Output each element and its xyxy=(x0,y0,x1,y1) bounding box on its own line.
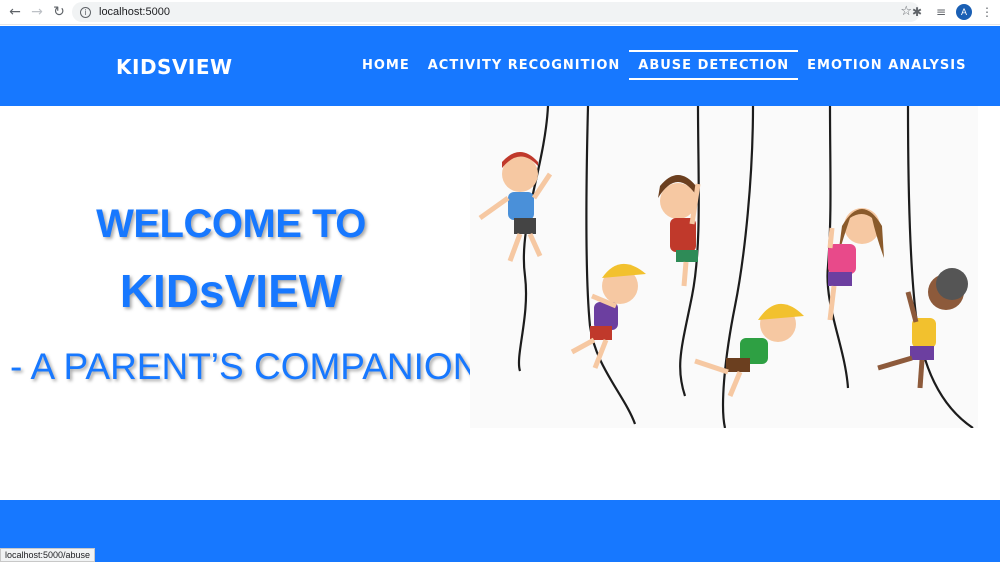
site-header: KIDSVIEW HOME ACTIVITY RECOGNITION ABUSE… xyxy=(0,26,1000,106)
main-nav: HOME ACTIVITY RECOGNITION ABUSE DETECTIO… xyxy=(353,50,975,80)
kid-3 xyxy=(658,175,701,287)
back-icon[interactable]: ← xyxy=(4,1,26,23)
hero-section: WELCOME TO KIDsVIEW - A PARENT’S COMPANI… xyxy=(0,105,1000,500)
nav-emotion-analysis[interactable]: EMOTION ANALYSIS xyxy=(798,50,975,80)
reading-list-icon[interactable]: ≡ xyxy=(932,3,950,21)
kids-illustration-svg xyxy=(478,105,974,429)
nav-home[interactable]: HOME xyxy=(353,50,419,80)
reload-icon[interactable]: ↻ xyxy=(48,1,70,23)
kids-climbing-illustration xyxy=(470,105,978,429)
url-text: localhost:5000 xyxy=(99,6,170,18)
avatar[interactable]: A xyxy=(956,4,972,20)
site-footer xyxy=(0,500,1000,562)
address-bar[interactable]: i localhost:5000 ☆ xyxy=(72,2,920,22)
nav-activity-recognition[interactable]: ACTIVITY RECOGNITION xyxy=(419,50,630,80)
hero-welcome-line: WELCOME TO xyxy=(96,202,366,246)
browser-actions: ✱ ≡ A ⋮ xyxy=(908,2,1000,22)
ropes xyxy=(517,105,974,429)
kid-5 xyxy=(827,208,884,321)
nav-abuse-detection[interactable]: ABUSE DETECTION xyxy=(629,50,799,80)
kid-6 xyxy=(877,268,968,389)
extensions-icon[interactable]: ✱ xyxy=(908,3,926,21)
browser-toolbar: ← → ↻ i localhost:5000 ☆ ✱ ≡ A ⋮ xyxy=(0,0,1000,25)
kid-4 xyxy=(694,303,804,397)
hero-tagline: - A PARENT’S COMPANION xyxy=(10,346,480,387)
hero-brand-line: KIDsVIEW xyxy=(119,265,343,317)
status-bar-url: localhost:5000/abuse xyxy=(0,548,96,562)
kid-2 xyxy=(570,263,646,369)
info-icon[interactable]: i xyxy=(80,6,91,18)
site-logo[interactable]: KIDSVIEW xyxy=(116,55,233,79)
forward-icon[interactable]: → xyxy=(26,1,48,23)
menu-icon[interactable]: ⋮ xyxy=(978,3,996,21)
